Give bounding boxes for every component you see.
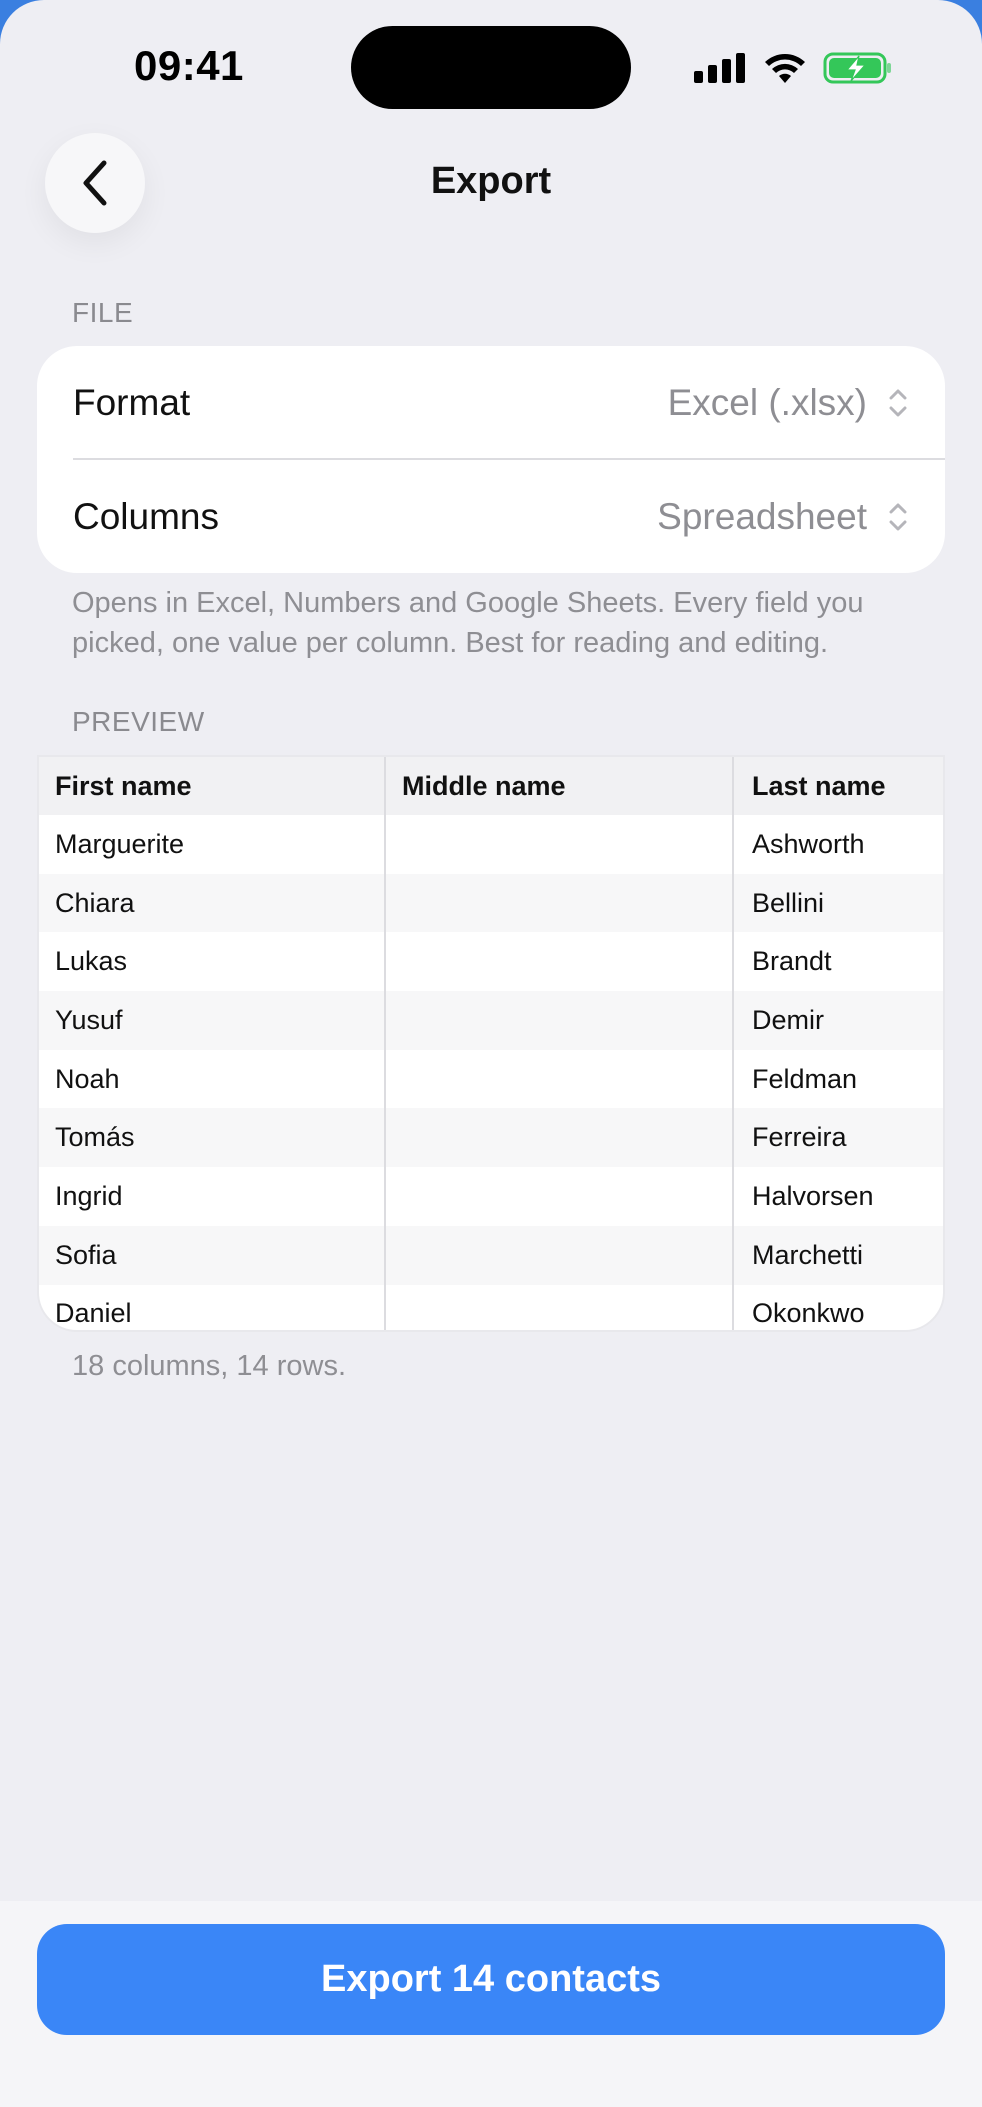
table-cell xyxy=(385,815,734,874)
table-cell: Ingrid xyxy=(39,1167,386,1226)
table-cell: Marchetti xyxy=(733,1225,943,1285)
column-header: Middle name xyxy=(385,757,734,815)
columns-label: Columns xyxy=(73,495,219,537)
format-picker[interactable]: Format Excel (.xlsx) xyxy=(37,346,945,459)
preview-table[interactable]: First name Middle name Last name Marguer… xyxy=(37,755,945,1332)
chevron-up-down-icon xyxy=(889,389,907,416)
file-settings-card: Format Excel (.xlsx) Columns Spreadsheet xyxy=(37,346,945,573)
table-cell: Ashworth xyxy=(752,828,865,859)
table-cell: Tomás xyxy=(39,1108,386,1168)
table-cell: Bellini xyxy=(733,873,943,933)
chevron-up-down-icon xyxy=(889,503,907,530)
table-cell: Brandt xyxy=(752,946,832,977)
format-hint: Opens in Excel, Numbers and Google Sheet… xyxy=(72,587,864,659)
table-row: Lukas Brandt xyxy=(39,932,943,992)
table-header-row: First name Middle name Last name xyxy=(39,757,943,815)
table-row: Ingrid Halvorsen xyxy=(39,1167,943,1226)
table-summary: 18 columns, 14 rows. xyxy=(72,1350,347,1382)
columns-value: Spreadsheet xyxy=(657,495,867,537)
table-cell: Halvorsen xyxy=(752,1180,874,1211)
table-row: Tomás Ferreira xyxy=(39,1108,943,1168)
table-cell xyxy=(385,991,734,1050)
table-cell: Marguerite xyxy=(39,815,386,874)
page-title: Export xyxy=(430,160,552,202)
column-header: Last name xyxy=(733,757,943,815)
table-cell: Okonkwo xyxy=(752,1298,865,1329)
table-cell: Ferreira xyxy=(733,1108,943,1168)
table-row: Sofia Marchetti xyxy=(39,1225,943,1285)
file-section-label: FILE xyxy=(72,297,134,328)
table-row: Marguerite Ashworth xyxy=(39,815,943,874)
column-header: First name xyxy=(39,757,386,815)
export-button[interactable]: Export 14 contacts xyxy=(37,1924,945,2035)
status-icons xyxy=(694,48,893,88)
table-cell: Lukas xyxy=(39,932,386,992)
table-cell xyxy=(385,1225,734,1285)
table-row: Daniel Okonkwo xyxy=(39,1284,943,1330)
wifi-icon xyxy=(765,54,805,83)
table-cell: Yusuf xyxy=(39,991,386,1050)
table-cell xyxy=(385,873,734,933)
table-row: Noah Feldman xyxy=(39,1049,943,1109)
table-cell: Noah xyxy=(39,1049,386,1109)
table-cell: Sofia xyxy=(39,1225,386,1285)
export-screen: 09:41 Export FILE Format Excel (.xlsx) C… xyxy=(0,0,982,2107)
table-cell: Daniel xyxy=(39,1284,386,1330)
table-cell xyxy=(385,1049,734,1109)
columns-picker[interactable]: Columns Spreadsheet xyxy=(37,460,945,573)
table-cell xyxy=(385,1284,734,1330)
table-cell xyxy=(385,932,734,992)
table-cell xyxy=(385,1167,734,1226)
table-cell: Demir xyxy=(733,991,943,1050)
table-row: Chiara Bellini xyxy=(39,873,943,933)
format-label: Format xyxy=(73,381,191,423)
dynamic-island xyxy=(351,26,631,109)
format-value: Excel (.xlsx) xyxy=(667,381,867,423)
cellular-signal-icon xyxy=(694,53,745,83)
table-cell xyxy=(385,1108,734,1168)
table-cell: Chiara xyxy=(39,873,386,933)
table-cell: Feldman xyxy=(752,1063,858,1094)
status-time: 09:41 xyxy=(134,42,244,89)
table-row: Yusuf Demir xyxy=(39,991,943,1050)
preview-section-label: PREVIEW xyxy=(72,706,205,737)
battery-charging-icon xyxy=(823,52,891,84)
